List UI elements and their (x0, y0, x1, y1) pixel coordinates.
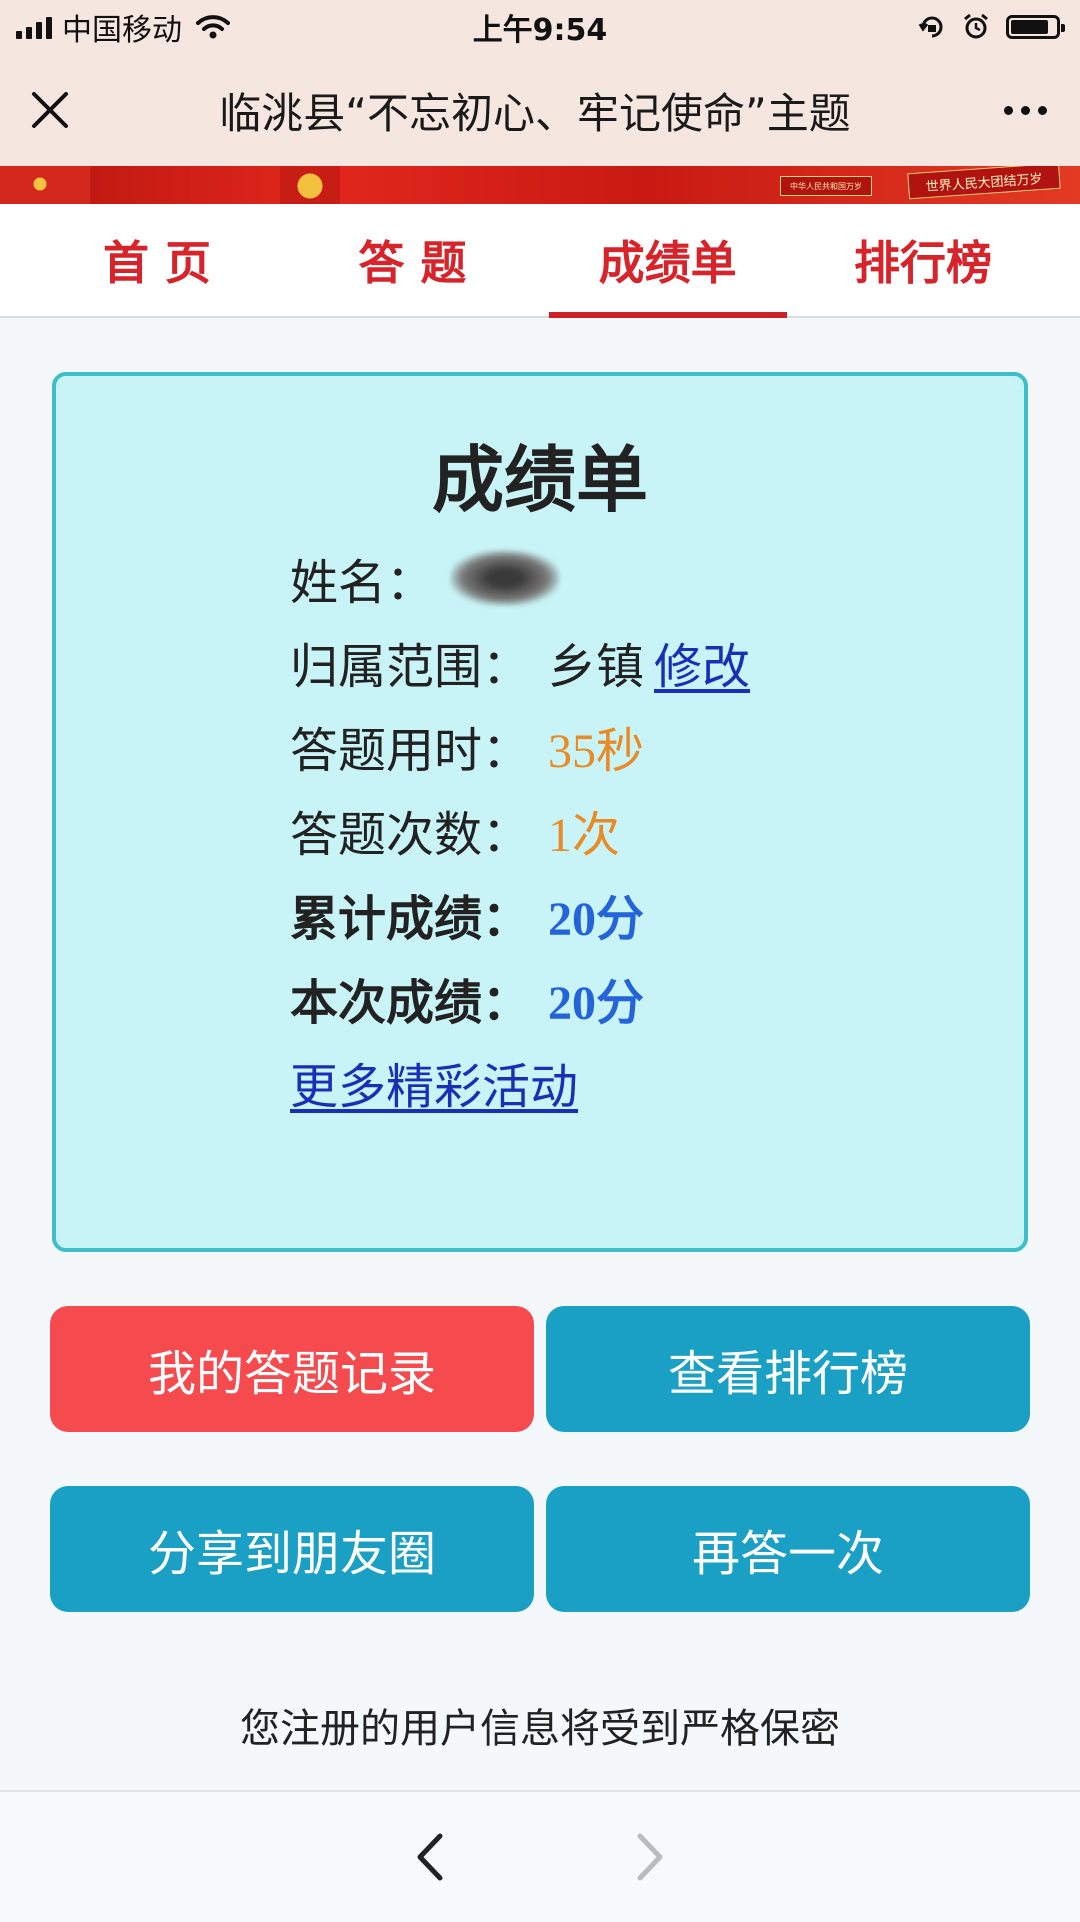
tab-home[interactable]: 首 页 (38, 204, 276, 316)
more-activities-row: 更多精彩活动 (290, 1040, 750, 1124)
total-score-row: 累计成绩： 20分 (290, 872, 750, 956)
chevron-right-icon (637, 1833, 663, 1881)
count-label: 答题次数： (290, 807, 531, 863)
name-label: 姓名： (290, 555, 435, 611)
current-score-row: 本次成绩： 20分 (290, 956, 750, 1040)
header-banner: 中华人民共和国万岁 世界人民大团结万岁 (0, 166, 1080, 204)
flag-graphic (0, 166, 90, 204)
privacy-note: 您注册的用户信息将受到严格保密 (240, 1706, 840, 1752)
carrier-label: 中国移动 (62, 13, 182, 48)
retry-button[interactable]: 再答一次 (546, 1486, 1030, 1612)
close-button[interactable] (0, 54, 100, 166)
count-row: 答题次数： 1次 (290, 788, 750, 872)
tab-scorecard[interactable]: 成绩单 (548, 204, 787, 318)
close-icon (32, 92, 68, 128)
banner-sign-large: 世界人民大团结万岁 (907, 166, 1061, 200)
signal-icon (16, 15, 52, 39)
battery-level (1011, 20, 1049, 34)
battery-icon (1006, 15, 1065, 39)
tab-quiz[interactable]: 答 题 (293, 204, 531, 316)
status-right (918, 13, 1080, 41)
banner-sign-small: 中华人民共和国万岁 (780, 176, 872, 196)
edit-scope-link[interactable]: 修改 (654, 627, 750, 697)
scorecard-rows: 姓名： 归属范围： 乡镇 修改 答题用时： 35秒 答题次数： 1次 累计成绩：… (290, 536, 750, 1124)
forward-button[interactable] (620, 1827, 680, 1887)
scorecard-panel: 成绩单 姓名： 归属范围： 乡镇 修改 答题用时： 35秒 答题次数： 1次 累… (52, 372, 1028, 1252)
more-activities-link[interactable]: 更多精彩活动 (290, 1047, 578, 1117)
alarm-icon (964, 13, 988, 39)
more-button[interactable] (970, 54, 1080, 166)
back-button[interactable] (400, 1827, 460, 1887)
name-row: 姓名： (290, 536, 750, 620)
share-moments-button[interactable]: 分享到朋友圈 (50, 1486, 534, 1612)
name-value-blurred (450, 550, 561, 606)
current-score-value: 20分 (548, 977, 645, 1030)
time-value: 35秒 (548, 725, 645, 778)
more-icon-dot (1037, 105, 1047, 115)
page-title: 临洮县“不忘初心、牢记使命”主题 (219, 88, 851, 138)
emblem-graphic (280, 166, 340, 204)
more-icon (1003, 105, 1013, 115)
view-ranking-button[interactable]: 查看排行榜 (546, 1306, 1030, 1432)
scope-value: 乡镇 (548, 639, 645, 695)
tab-ranking[interactable]: 排行榜 (804, 204, 1042, 316)
scope-label: 归属范围： (290, 639, 531, 695)
browser-nav-bar: 临洮县“不忘初心、牢记使命”主题 (0, 54, 1080, 166)
total-score-label: 累计成绩： (290, 891, 531, 947)
browser-bottom-bar (0, 1790, 1080, 1922)
current-score-label: 本次成绩： (290, 975, 531, 1031)
scorecard-title: 成绩单 (431, 438, 648, 522)
total-score-value: 20分 (548, 893, 645, 946)
more-icon-dot (1020, 105, 1030, 115)
rotation-lock-icon (918, 16, 943, 38)
status-bar: 中国移动 上午9:54 (0, 0, 1080, 54)
my-records-button[interactable]: 我的答题记录 (50, 1306, 534, 1432)
scope-row: 归属范围： 乡镇 修改 (290, 620, 750, 704)
status-left: 中国移动 (0, 5, 230, 49)
time-row: 答题用时： 35秒 (290, 704, 750, 788)
time-label: 答题用时： (290, 723, 531, 779)
tab-bar: 首 页 答 题 成绩单 排行榜 (0, 204, 1080, 318)
wifi-icon (196, 15, 230, 39)
chevron-left-icon (417, 1833, 443, 1881)
count-value: 1次 (548, 809, 621, 862)
